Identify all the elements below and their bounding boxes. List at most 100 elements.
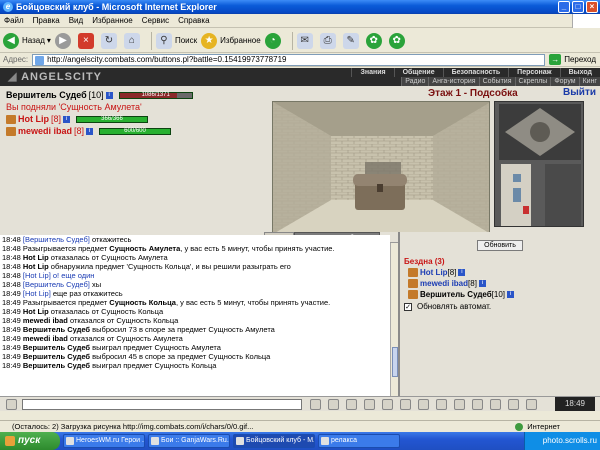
security-zone: Интернет: [515, 421, 560, 432]
refresh-button[interactable]: Обновить: [477, 240, 523, 251]
print-icon: ⎙: [319, 32, 336, 49]
info-icon[interactable]: i: [105, 91, 113, 99]
nav-skrepli[interactable]: Скреплы: [514, 77, 551, 86]
party-member-name[interactable]: mewedi ibad: [18, 126, 72, 136]
nav-exit[interactable]: Выход: [559, 68, 600, 77]
page-icon: [35, 55, 45, 65]
nav-communication[interactable]: Общение: [393, 68, 443, 77]
my-level: [10]: [88, 90, 104, 100]
translit-icon[interactable]: [328, 399, 339, 410]
stop-button[interactable]: ×: [77, 31, 97, 51]
menu-help[interactable]: Справка: [178, 16, 209, 25]
menubar: Файл Правка Вид Избранное Сервис Справка: [0, 14, 600, 28]
party-icon: [408, 279, 418, 288]
party-info-panel: Вершитель Судеб [10] i 1086/1371 Вы подн…: [0, 86, 270, 232]
party-member-row: mewedi ibad [8] i 600/600: [6, 125, 264, 137]
print-button[interactable]: ⎙: [319, 31, 339, 51]
chat-scrollbar[interactable]: [390, 243, 398, 396]
nav-security[interactable]: Безопасность: [442, 68, 509, 77]
taskbar-item-active[interactable]: Бойцовский клуб - M...: [233, 434, 315, 448]
filter-icon[interactable]: [364, 399, 375, 410]
refresh-page-button[interactable]: ↻: [100, 31, 120, 51]
favorites-button[interactable]: ★ Избранное: [201, 31, 261, 51]
location-member[interactable]: Вершитель Судеб [10] i: [404, 289, 596, 300]
edit-button[interactable]: ✎: [342, 31, 362, 51]
nav-radio[interactable]: Радио: [401, 77, 428, 86]
channel-icon[interactable]: [6, 399, 17, 410]
taskbar-item[interactable]: Бои :: GanjaWars.Ru...: [148, 434, 230, 448]
edit-icon: ✎: [342, 32, 359, 49]
search-button[interactable]: ⚲ Поиск: [155, 31, 197, 51]
go-arrow-icon: →: [549, 54, 562, 65]
game-nav-sub: Радио Анга-история События Скреплы Форум…: [401, 77, 600, 86]
auto-refresh-checkbox[interactable]: ✓ Обновлять автомат.: [404, 302, 596, 311]
start-button[interactable]: пуск: [0, 432, 60, 450]
nav-character[interactable]: Персонаж: [508, 68, 559, 77]
party-member-row: Hot Lip [8] i 366/366: [6, 113, 264, 125]
messenger-button[interactable]: ✿: [365, 31, 385, 51]
search-icon: ⚲: [155, 32, 172, 49]
close-icon[interactable]: ×: [586, 1, 598, 13]
menu-view[interactable]: Вид: [69, 16, 83, 25]
sound-icon[interactable]: [382, 399, 393, 410]
back-arrow-icon: ◀: [3, 32, 19, 49]
chat-message: 18:49 mewedi ibad отказался от Сущность …: [2, 316, 179, 325]
media-button[interactable]: ◔: [264, 31, 284, 51]
friends-icon[interactable]: [400, 399, 411, 410]
checkbox-icon[interactable]: ✓: [404, 302, 412, 311]
chat-log[interactable]: 18:48 [Вершитель Судеб] откажитесь 18:48 …: [0, 235, 390, 396]
extra-button[interactable]: ✿: [388, 31, 408, 51]
chat-message: 18:48 Hot Lip обнаружила предмет 'Сущнос…: [2, 262, 291, 271]
smile-icon[interactable]: [310, 399, 321, 410]
info-icon[interactable]: i: [63, 115, 71, 123]
menu-tools[interactable]: Сервис: [142, 16, 169, 25]
windows-flag-icon: [572, 14, 600, 28]
dungeon-view[interactable]: [272, 101, 490, 233]
minimap[interactable]: [494, 101, 584, 227]
info-icon[interactable]: i: [478, 280, 486, 287]
quit-icon[interactable]: [526, 399, 537, 410]
chat-input[interactable]: [22, 399, 302, 410]
taskbar-item[interactable]: HeroesWM.ru Герои ...: [63, 434, 145, 448]
star-icon: ★: [201, 32, 218, 49]
location-title: Бездна (3): [404, 257, 445, 266]
minimize-icon[interactable]: _: [558, 1, 570, 13]
maximize-icon[interactable]: □: [572, 1, 584, 13]
info-icon[interactable]: i: [507, 291, 515, 298]
menu-favorites[interactable]: Избранное: [92, 16, 133, 25]
nav-history[interactable]: Анга-история: [428, 77, 478, 86]
map-icon[interactable]: [508, 399, 519, 410]
nav-knowledge[interactable]: Знания: [351, 68, 393, 77]
go-button[interactable]: → Переход: [549, 54, 596, 65]
mail-icon[interactable]: [436, 399, 447, 410]
address-input[interactable]: http://angelscity.combats.com/buttons.pl…: [32, 53, 546, 66]
mail-button[interactable]: ✉: [296, 31, 316, 51]
location-member[interactable]: mewedi ibad [8] i: [404, 278, 596, 289]
trade-icon[interactable]: [418, 399, 429, 410]
settings-icon[interactable]: [472, 399, 483, 410]
party-icon: [6, 114, 16, 124]
my-name[interactable]: Вершитель Судеб: [6, 90, 87, 100]
favorites-label: Избранное: [220, 36, 261, 45]
chat-message: 18:48 [Вершитель Судеб] откажитесь: [2, 235, 132, 244]
exit-dungeon-link[interactable]: Выйти: [563, 87, 596, 98]
menu-edit[interactable]: Правка: [33, 16, 60, 25]
nav-forum[interactable]: Форум: [550, 77, 578, 86]
info-icon[interactable]: i: [86, 127, 94, 135]
info-icon[interactable]: i: [458, 269, 466, 276]
help-icon[interactable]: [490, 399, 501, 410]
back-button[interactable]: ◀ Назад ▾: [3, 31, 51, 51]
taskbar-item[interactable]: релакса: [318, 434, 400, 448]
my-hp-bar: 1086/1371: [118, 91, 193, 99]
location-member[interactable]: Hot Lip [8] i: [404, 267, 596, 278]
party-member-name[interactable]: Hot Lip: [18, 114, 49, 124]
inventory-icon[interactable]: [454, 399, 465, 410]
refresh-icon: ↻: [100, 32, 117, 49]
forward-button[interactable]: ▶: [54, 31, 74, 51]
clear-icon[interactable]: [346, 399, 357, 410]
home-button[interactable]: ⌂: [123, 31, 143, 51]
messenger-icon: ✿: [365, 32, 382, 49]
nav-events[interactable]: События: [478, 77, 515, 86]
nav-king[interactable]: Кинг: [578, 77, 600, 86]
menu-file[interactable]: Файл: [4, 16, 24, 25]
